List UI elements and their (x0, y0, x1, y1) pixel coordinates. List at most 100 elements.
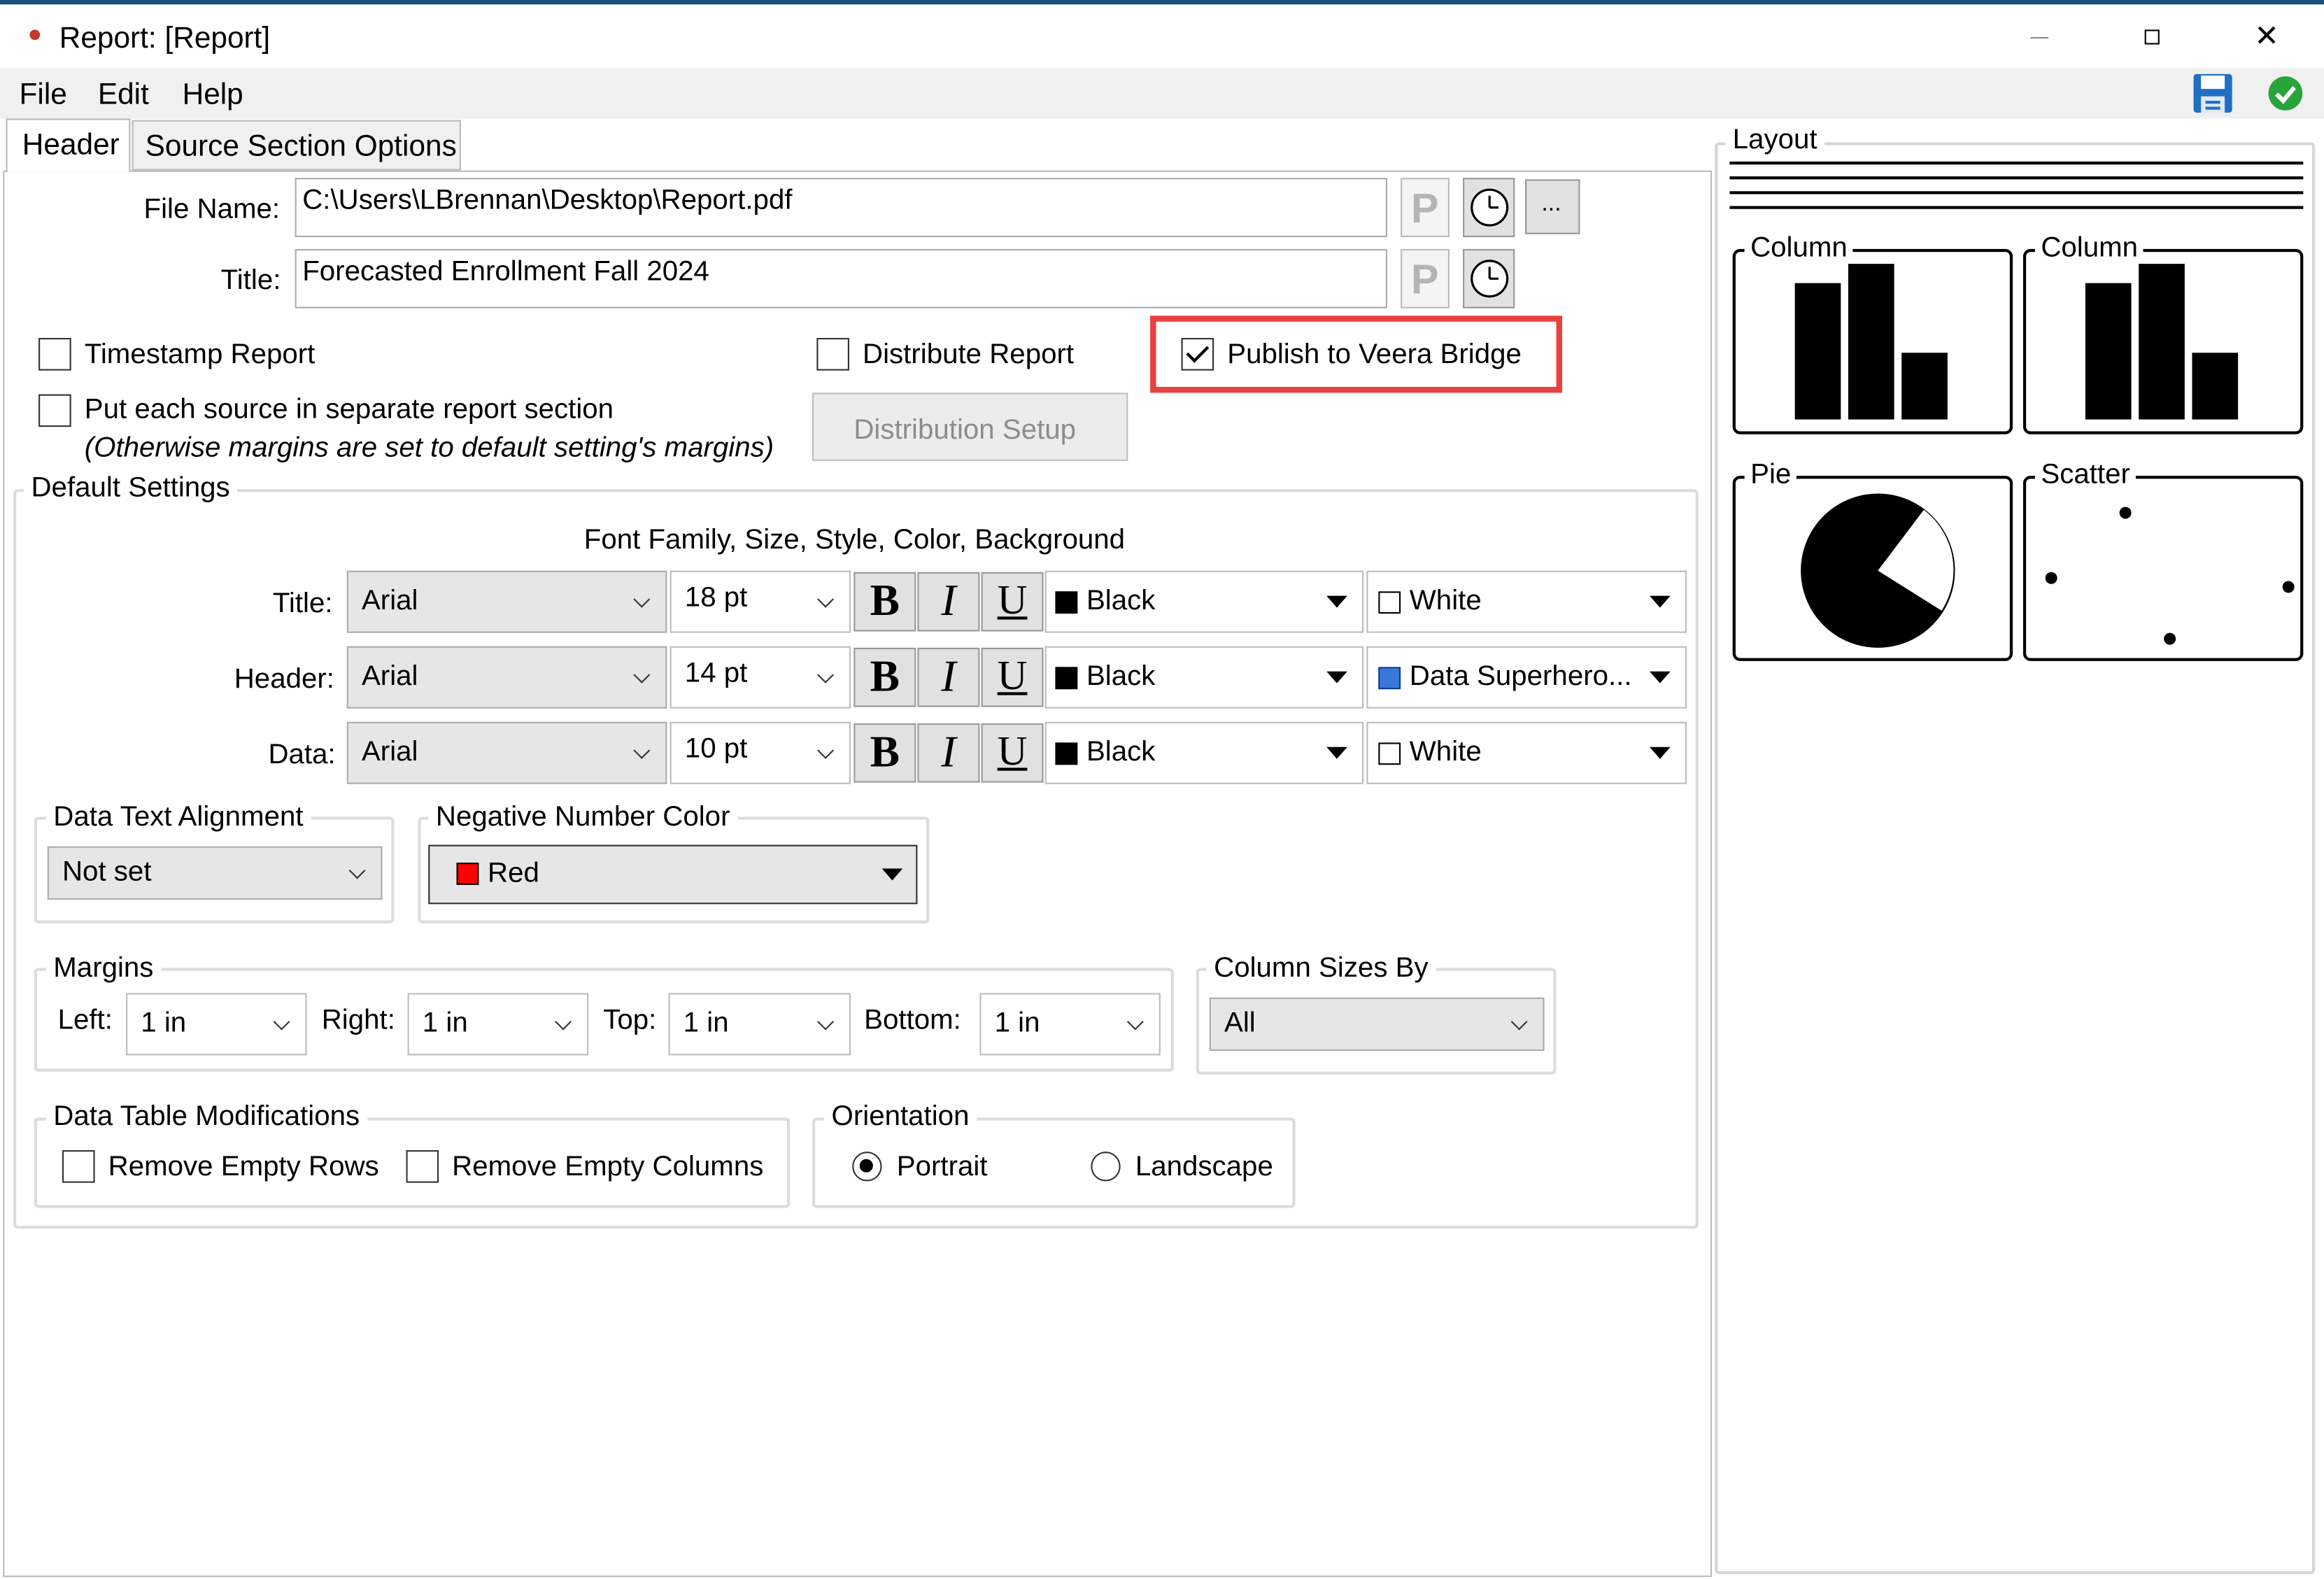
title-bold-button[interactable]: B (853, 572, 916, 632)
minimize-icon[interactable] (2030, 36, 2048, 39)
separate-section-label[interactable]: Put each source in separate report secti… (85, 396, 614, 424)
margin-right-select[interactable]: 1 in (407, 993, 589, 1056)
remove-empty-rows-label[interactable]: Remove Empty Rows (108, 1153, 379, 1181)
dropdown-arrow-icon (1326, 746, 1347, 759)
remove-empty-columns-checkbox[interactable] (406, 1150, 439, 1183)
menu-file[interactable]: File (20, 80, 67, 109)
dropdown-arrow-icon (1650, 595, 1671, 608)
underline-glyph: U (997, 578, 1028, 624)
tab-source-options[interactable]: Source Section Options (132, 120, 461, 171)
header-font-select[interactable]: Arial (346, 646, 667, 709)
data-color-select[interactable]: Black (1044, 721, 1364, 784)
chart-bar (1794, 283, 1841, 420)
chevron-down-icon (273, 1013, 290, 1031)
ok-check-icon[interactable] (2267, 76, 2303, 111)
margin-bottom-value: 1 in (994, 1007, 1040, 1040)
margin-bottom-select[interactable]: 1 in (979, 993, 1161, 1056)
negative-color-select[interactable]: Red (428, 844, 918, 905)
save-icon[interactable] (2192, 73, 2233, 114)
header-italic-button[interactable]: I (917, 647, 980, 707)
chart-bar (2085, 283, 2132, 420)
title-timestamp-button[interactable] (1463, 248, 1515, 309)
font-heading: Font Family, Size, Style, Color, Backgro… (583, 524, 1126, 556)
header-underline-button[interactable]: U (981, 647, 1044, 707)
header-size-select[interactable]: 14 pt (669, 646, 851, 709)
layout-header-lines[interactable] (1729, 161, 2304, 215)
chart-bar (2192, 353, 2239, 420)
margins-legend: Margins (45, 954, 162, 983)
scatter-point (2282, 581, 2295, 593)
separate-section-checkbox[interactable] (38, 394, 71, 427)
dropdown-arrow-icon (881, 868, 903, 881)
timestamp-checkbox[interactable] (38, 338, 71, 371)
title-value: Forecasted Enrollment Fall 2024 (302, 256, 709, 288)
title-size-select[interactable]: 18 pt (669, 570, 851, 633)
maximize-icon[interactable] (2144, 29, 2160, 45)
portrait-label[interactable]: Portrait (897, 1153, 988, 1181)
title-italic-button[interactable]: I (917, 572, 980, 632)
layout-column-chart-2[interactable]: Column (2022, 234, 2304, 434)
publish-label[interactable]: Publish to Veera Bridge (1227, 341, 1522, 369)
data-underline-button[interactable]: U (981, 723, 1044, 783)
data-background-value: White (1409, 736, 1482, 768)
timestamp-label[interactable]: Timestamp Report (85, 341, 316, 369)
title-param-button[interactable]: P (1401, 248, 1450, 309)
title-background-select[interactable]: White (1366, 570, 1687, 633)
publish-checkbox[interactable] (1181, 338, 1214, 371)
header-background-select[interactable]: Data Superhero... (1366, 646, 1687, 709)
close-icon[interactable]: ✕ (2254, 22, 2279, 52)
data-background-select[interactable]: White (1366, 721, 1687, 784)
data-font-select[interactable]: Arial (346, 721, 667, 784)
menu-bar: File Edit Help (0, 68, 2324, 119)
file-name-value: C:\Users\LBrennan\Desktop\Report.pdf (302, 185, 793, 217)
layout-scatter-chart[interactable]: Scatter (2022, 461, 2304, 661)
distribute-checkbox[interactable] (816, 338, 849, 371)
browse-button[interactable]: ... (1525, 179, 1580, 234)
scatter-point (2119, 507, 2132, 519)
margin-left-select[interactable]: 1 in (126, 993, 307, 1056)
margin-top-select[interactable]: 1 in (668, 993, 851, 1056)
chevron-down-icon (633, 590, 651, 608)
title-underline-button[interactable]: U (981, 572, 1044, 632)
portrait-radio[interactable] (852, 1152, 882, 1182)
menu-help[interactable]: Help (183, 80, 243, 109)
header-line (1729, 161, 2304, 165)
title-color-value: Black (1086, 585, 1156, 617)
alignment-select[interactable]: Not set (47, 846, 383, 900)
chevron-down-icon (1126, 1013, 1144, 1031)
file-name-label: File Name: (143, 194, 281, 226)
header-color-select[interactable]: Black (1044, 646, 1364, 709)
title-font-select[interactable]: Arial (346, 570, 667, 633)
column-sizes-select[interactable]: All (1209, 997, 1545, 1052)
file-name-input[interactable]: C:\Users\LBrennan\Desktop\Report.pdf (295, 178, 1388, 237)
chart-bar (1848, 264, 1894, 420)
remove-empty-rows-checkbox[interactable] (62, 1150, 95, 1183)
data-bold-button[interactable]: B (853, 723, 916, 783)
tab-header[interactable]: Header (6, 118, 131, 172)
title-color-select[interactable]: Black (1044, 570, 1364, 633)
clock-icon (1471, 188, 1509, 227)
file-name-param-button[interactable]: P (1401, 178, 1450, 237)
title-input[interactable]: Forecasted Enrollment Fall 2024 (295, 248, 1388, 309)
menu-edit[interactable]: Edit (98, 80, 149, 109)
data-size-select[interactable]: 10 pt (669, 721, 851, 784)
distribute-label[interactable]: Distribute Report (863, 341, 1074, 369)
remove-empty-columns-label[interactable]: Remove Empty Columns (452, 1153, 763, 1181)
scatter-point (2164, 632, 2176, 645)
layout-pie-chart[interactable]: Pie (1732, 461, 2013, 661)
chevron-down-icon (348, 862, 366, 879)
column-sizes-value: All (1224, 1007, 1256, 1040)
column-sizes-legend: Column Sizes By (1206, 954, 1436, 983)
chevron-down-icon (817, 1013, 835, 1031)
landscape-label[interactable]: Landscape (1135, 1153, 1273, 1181)
color-swatch (1055, 591, 1078, 614)
layout-column-chart-1[interactable]: Column (1732, 234, 2013, 434)
background-swatch (1378, 742, 1401, 765)
data-italic-button[interactable]: I (917, 723, 980, 783)
distribution-setup-button[interactable]: Distribution Setup (812, 392, 1128, 461)
header-bold-button[interactable]: B (853, 647, 916, 707)
layout-column-label: Column (2034, 234, 2144, 262)
landscape-radio[interactable] (1091, 1152, 1121, 1182)
chevron-down-icon (633, 742, 651, 759)
file-name-timestamp-button[interactable] (1463, 178, 1515, 237)
